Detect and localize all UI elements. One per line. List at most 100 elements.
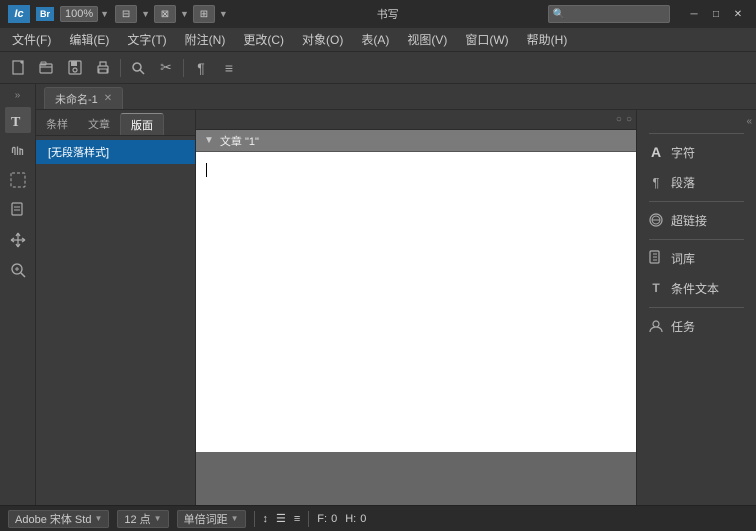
menu-text[interactable]: 文字(T)	[119, 29, 174, 50]
zoom-dropdown-arrow[interactable]: ▼	[100, 9, 109, 19]
titlebar-text: 书写	[377, 6, 399, 22]
menu-note[interactable]: 附注(N)	[177, 29, 234, 50]
layout-icon-1[interactable]: ⊟	[115, 5, 137, 23]
move-tool[interactable]	[5, 227, 31, 253]
conditional-text-label: 条件文本	[671, 280, 719, 297]
doc-area[interactable]: ▼ 文章 "1"	[196, 130, 636, 505]
h-value: 0	[360, 513, 366, 525]
right-panel-divider-2	[637, 197, 756, 205]
layout-icons: ⊟ ▼ ⊠ ▼ ⊞ ▼	[115, 5, 228, 23]
menu-edit[interactable]: 编辑(E)	[61, 29, 117, 50]
chapter-arrow[interactable]: ▼	[204, 135, 214, 146]
zoom-value[interactable]: 100%	[60, 6, 98, 22]
layout-icon-3[interactable]: ⊞	[193, 5, 215, 23]
layout-icon-2[interactable]: ⊠	[154, 5, 176, 23]
line-spacing-value: 单倍词距	[184, 511, 228, 527]
style-panel: 条样 文章 版面 [无段落样式]	[36, 110, 196, 505]
svg-text:T: T	[11, 115, 21, 129]
layout-icon-1-arrow[interactable]: ▼	[141, 9, 150, 19]
task-label: 任务	[671, 318, 695, 335]
align-icon: ☰	[276, 512, 286, 525]
panel-item-paragraph[interactable]: ¶ 段落	[637, 167, 756, 197]
line-spacing-arrow: ▼	[231, 514, 239, 523]
status-icon-1[interactable]: ↕	[263, 513, 269, 525]
menu-button[interactable]: ≡	[218, 57, 240, 79]
menu-object[interactable]: 对象(O)	[294, 29, 351, 50]
toolbar-separator-2	[183, 59, 184, 77]
f-label: F:	[317, 513, 327, 525]
menu-window[interactable]: 窗口(W)	[457, 29, 516, 50]
status-icon-3[interactable]: ≡	[294, 513, 300, 525]
new-doc-button[interactable]	[8, 57, 30, 79]
left-toolbar-collapse[interactable]: »	[13, 88, 23, 103]
minimize-button[interactable]: ─	[684, 7, 704, 21]
right-panel: « A 字符 ¶ 段落 超链接	[636, 110, 756, 505]
spacing-icon: ↕	[263, 513, 269, 525]
text-tool[interactable]: T	[5, 107, 31, 133]
inner-panels: 条样 文章 版面 [无段落样式] ○ ○	[36, 110, 756, 505]
conditional-text-icon: T	[647, 279, 665, 297]
line-spacing-dropdown[interactable]: 单倍词距 ▼	[177, 510, 246, 528]
zoom-tool[interactable]	[5, 257, 31, 283]
tab-layout[interactable]: 版面	[120, 113, 164, 135]
search-input[interactable]	[565, 5, 665, 23]
h-label: H:	[345, 513, 356, 525]
character-icon: A	[647, 143, 665, 161]
tab-row: 未命名-1 ✕	[36, 84, 756, 110]
justify-icon: ≡	[294, 513, 300, 525]
close-button[interactable]: ✕	[728, 7, 748, 21]
panel-item-hyperlink[interactable]: 超链接	[637, 205, 756, 235]
ruler-icon-1[interactable]: ○	[616, 114, 622, 125]
paragraph-button[interactable]: ¶	[190, 57, 212, 79]
panel-item-conditional-text[interactable]: T 条件文本	[637, 273, 756, 303]
dictionary-icon	[647, 249, 665, 267]
font-size-arrow: ▼	[154, 514, 162, 523]
br-badge[interactable]: Br	[36, 7, 54, 21]
layout-icon-3-arrow[interactable]: ▼	[219, 9, 228, 19]
font-size-dropdown[interactable]: 12 点 ▼	[117, 510, 168, 528]
status-h: H: 0	[345, 513, 366, 525]
chapter-header: ▼ 文章 "1"	[196, 130, 636, 152]
zoom-area: 100% ▼	[60, 6, 109, 22]
status-icon-2[interactable]: ☰	[276, 512, 286, 525]
font-family-dropdown[interactable]: Adobe 宋体 Std ▼	[8, 510, 109, 528]
save-button[interactable]	[64, 57, 86, 79]
hand-tool[interactable]	[5, 137, 31, 163]
right-panel-divider-1	[637, 129, 756, 137]
doc-tab-label: 未命名-1	[55, 91, 98, 107]
content-area: ○ ○ ▼ 文章 "1"	[196, 110, 636, 505]
style-item-none[interactable]: [无段落样式]	[36, 140, 195, 164]
doc-content[interactable]	[196, 152, 636, 452]
note-tool[interactable]	[5, 197, 31, 223]
right-panel-collapse[interactable]: «	[637, 114, 756, 129]
panel-item-dictionary[interactable]: 词库	[637, 243, 756, 273]
panel-item-character[interactable]: A 字符	[637, 137, 756, 167]
print-button[interactable]	[92, 57, 114, 79]
panel-item-task[interactable]: 任务	[637, 311, 756, 341]
menu-table[interactable]: 表(A)	[353, 29, 397, 50]
font-family-value: Adobe 宋体 Std	[15, 511, 91, 527]
select-tool[interactable]	[5, 167, 31, 193]
doc-tab-close[interactable]: ✕	[104, 93, 112, 104]
menu-help[interactable]: 帮助(H)	[519, 29, 576, 50]
paragraph-label: 段落	[671, 174, 695, 191]
status-sep-1	[254, 511, 255, 527]
find-button[interactable]	[127, 57, 149, 79]
status-sep-2	[308, 511, 309, 527]
style-content: [无段落样式]	[36, 136, 195, 505]
scissors-button[interactable]: ✂	[155, 57, 177, 79]
layout-icon-2-arrow[interactable]: ▼	[180, 9, 189, 19]
character-label: 字符	[671, 144, 695, 161]
menubar: 文件(F) 编辑(E) 文字(T) 附注(N) 更改(C) 对象(O) 表(A)…	[0, 28, 756, 52]
doc-tab[interactable]: 未命名-1 ✕	[44, 87, 123, 109]
maximize-button[interactable]: □	[706, 7, 726, 21]
menu-view[interactable]: 视图(V)	[399, 29, 455, 50]
menu-change[interactable]: 更改(C)	[235, 29, 292, 50]
tab-style[interactable]: 条样	[36, 113, 78, 135]
open-button[interactable]	[36, 57, 58, 79]
left-toolbar: » T	[0, 84, 36, 505]
ruler-icon-2[interactable]: ○	[626, 114, 632, 125]
statusbar: Adobe 宋体 Std ▼ 12 点 ▼ 单倍词距 ▼ ↕ ☰ ≡ F: 0 …	[0, 505, 756, 531]
menu-file[interactable]: 文件(F)	[4, 29, 59, 50]
tab-article[interactable]: 文章	[78, 113, 120, 135]
